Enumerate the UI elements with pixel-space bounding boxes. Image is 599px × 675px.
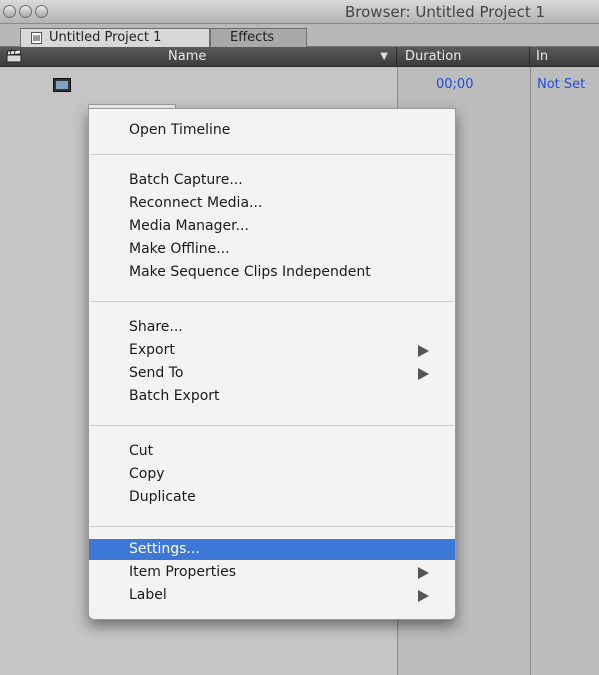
menu-item-label-submenu[interactable]: Label (89, 585, 455, 606)
column-divider (530, 67, 531, 675)
close-window-button[interactable] (3, 5, 16, 18)
menu-item-copy[interactable]: Copy (89, 464, 455, 485)
column-header-name[interactable]: Name ▼ (0, 47, 397, 66)
window-title: Browser: Untitled Project 1 (345, 3, 546, 21)
tab-label: Untitled Project 1 (49, 30, 162, 45)
in-column-area (530, 67, 599, 675)
menu-item-label: Label (129, 587, 167, 603)
context-menu: Open Timeline Batch Capture... Reconnect… (88, 108, 456, 620)
submenu-arrow-icon (418, 567, 429, 579)
menu-item-send-to[interactable]: Send To (89, 363, 455, 384)
column-header-in[interactable]: In (530, 47, 599, 66)
row-duration-value: 00;00 (436, 77, 474, 92)
menu-item-export[interactable]: Export (89, 340, 455, 361)
clapperboard-icon (6, 50, 22, 63)
tab-strip: ▤ Untitled Project 1 Effects (0, 24, 599, 47)
menu-item-reconnect-media[interactable]: Reconnect Media... (89, 193, 455, 214)
tab-label: Effects (230, 30, 275, 45)
menu-separator (90, 154, 454, 155)
menu-item-settings[interactable]: Settings... (89, 539, 455, 560)
menu-item-media-manager[interactable]: Media Manager... (89, 216, 455, 237)
row-in-value: Not Set (537, 77, 586, 92)
menu-separator (90, 425, 454, 426)
menu-item-duplicate[interactable]: Duplicate (89, 487, 455, 508)
menu-separator (90, 526, 454, 527)
menu-item-item-properties[interactable]: Item Properties (89, 562, 455, 583)
menu-item-label: Export (129, 342, 175, 358)
submenu-arrow-icon (418, 345, 429, 357)
column-header-bar: Name ▼ Duration In (0, 47, 599, 67)
column-duration-label: Duration (405, 49, 462, 64)
column-in-label: In (536, 49, 549, 64)
menu-item-batch-capture[interactable]: Batch Capture... (89, 170, 455, 191)
sort-descending-icon[interactable]: ▼ (380, 47, 388, 66)
menu-item-open-timeline[interactable]: Open Timeline (89, 120, 455, 141)
submenu-arrow-icon (418, 368, 429, 380)
menu-item-make-offline[interactable]: Make Offline... (89, 239, 455, 260)
menu-item-label: Send To (129, 365, 184, 381)
tab-effects[interactable]: Effects (210, 28, 307, 47)
menu-separator (90, 301, 454, 302)
submenu-arrow-icon (418, 590, 429, 602)
menu-item-label: Item Properties (129, 564, 237, 580)
zoom-window-button[interactable] (35, 5, 48, 18)
menu-item-batch-export[interactable]: Batch Export (89, 386, 455, 407)
window-titlebar: Browser: Untitled Project 1 (0, 0, 599, 24)
menu-item-make-sequence-clips-independent[interactable]: Make Sequence Clips Independent (89, 262, 455, 283)
menu-item-cut[interactable]: Cut (89, 441, 455, 462)
minimize-window-button[interactable] (19, 5, 32, 18)
menu-item-share[interactable]: Share... (89, 317, 455, 338)
window-controls (3, 5, 48, 18)
sequence-icon[interactable] (53, 78, 71, 92)
project-icon: ▤ (31, 32, 42, 44)
column-header-duration[interactable]: Duration (397, 47, 530, 66)
tab-untitled-project[interactable]: ▤ Untitled Project 1 (20, 28, 210, 47)
column-name-label: Name (168, 49, 207, 64)
